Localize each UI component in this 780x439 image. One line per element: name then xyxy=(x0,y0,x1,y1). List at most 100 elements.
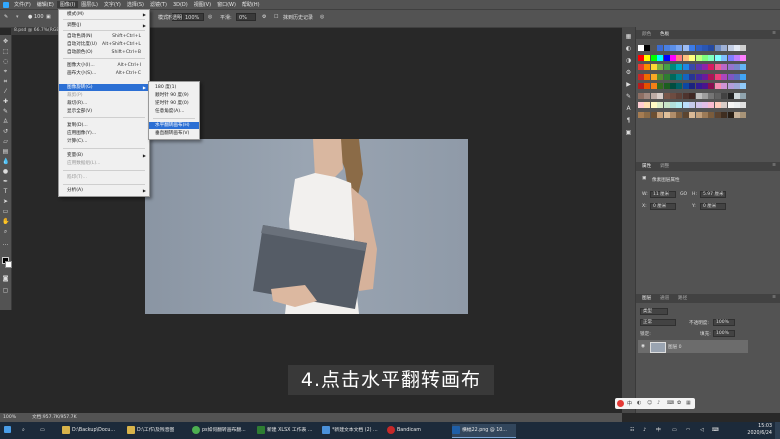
menu-item-flip-canvas-vertical[interactable]: 垂直翻转画布(V) xyxy=(149,130,199,137)
tab-layers[interactable]: 图层 xyxy=(642,295,651,301)
color-swatch[interactable] xyxy=(740,54,747,61)
taskbar-item-browser[interactable]: ps如何翻转画布翻... xyxy=(192,424,254,437)
menu-item-canvas-size[interactable]: 画布大小(S)... Alt+Ctrl+C xyxy=(59,70,149,77)
color-swatch[interactable] xyxy=(708,54,715,61)
eyedropper-tool-icon[interactable]: ⁄ xyxy=(2,88,9,95)
color-swatch[interactable] xyxy=(708,45,715,51)
color-swatch[interactable] xyxy=(682,64,689,70)
actions-panel-icon[interactable]: ▶ xyxy=(625,81,632,88)
color-swatch[interactable] xyxy=(714,92,721,99)
menu-3d[interactable]: 3D(D) xyxy=(170,2,191,8)
background-color-swatch[interactable] xyxy=(5,261,12,268)
menu-help[interactable]: 帮助(H) xyxy=(239,1,263,8)
color-swatch[interactable] xyxy=(721,83,728,89)
ime-punct-icon[interactable]: ◐ xyxy=(637,400,641,406)
color-swatch[interactable] xyxy=(676,54,683,61)
color-swatch[interactable] xyxy=(702,73,708,80)
gradient-tool-icon[interactable]: ▤ xyxy=(2,148,9,155)
color-swatch[interactable] xyxy=(676,92,683,99)
menu-item-rotate-cw-90[interactable]: 顺时针 90 度(9) xyxy=(149,92,199,99)
color-swatch[interactable] xyxy=(638,111,644,118)
color-swatch[interactable] xyxy=(695,102,702,108)
tray-keyboard-icon[interactable]: ⌨ xyxy=(712,424,719,437)
shape-tool-icon[interactable]: ▭ xyxy=(2,208,9,215)
color-swatch[interactable] xyxy=(638,64,644,70)
stamp-tool-icon[interactable]: ♙ xyxy=(2,118,9,125)
link-label[interactable]: GO xyxy=(680,192,687,197)
color-swatch[interactable] xyxy=(689,111,696,118)
color-swatch[interactable] xyxy=(650,111,657,118)
color-swatch[interactable] xyxy=(708,111,715,118)
color-swatch[interactable] xyxy=(644,92,651,99)
tray-speaker-icon[interactable]: ◁ xyxy=(700,424,704,437)
menu-item-calculations[interactable]: 计算(C)... xyxy=(59,138,149,145)
color-swatch[interactable] xyxy=(695,54,702,61)
tray-ime-icon[interactable]: 中 xyxy=(656,424,661,437)
color-swatch[interactable] xyxy=(663,83,670,89)
color-swatch[interactable] xyxy=(714,102,721,108)
color-swatch[interactable] xyxy=(721,73,728,80)
color-swatch[interactable] xyxy=(682,45,689,51)
layer-name[interactable]: 图层 0 xyxy=(668,344,682,350)
fill-input[interactable]: 100% xyxy=(713,330,735,337)
color-swatch[interactable] xyxy=(702,64,708,70)
document-image[interactable] xyxy=(145,139,468,314)
color-swatch[interactable] xyxy=(650,83,657,89)
menu-item-auto-contrast[interactable]: 自动对比度(U) Alt+Shift+Ctrl+L xyxy=(59,41,149,48)
menu-item-apply-dataset[interactable]: 应用数据组(L)... xyxy=(59,160,149,167)
pressure-size-icon[interactable]: ◎ xyxy=(320,14,324,20)
tray-network-icon[interactable]: ☷ xyxy=(630,424,634,437)
menu-window[interactable]: 窗口(W) xyxy=(214,1,239,8)
zoom-level[interactable]: 100% xyxy=(3,413,16,422)
color-swatch[interactable] xyxy=(734,73,740,80)
menu-item-auto-color[interactable]: 自动颜色(O) Shift+Ctrl+B xyxy=(59,49,149,56)
color-swatch[interactable] xyxy=(650,64,657,70)
color-swatch[interactable] xyxy=(657,92,664,99)
color-swatch[interactable] xyxy=(727,73,734,80)
pressure-opacity-icon[interactable]: ◎ xyxy=(208,14,212,20)
search-icon[interactable]: ⌕ xyxy=(22,424,25,437)
color-swatch[interactable] xyxy=(740,92,747,99)
color-swatch[interactable] xyxy=(734,54,740,61)
color-swatch[interactable] xyxy=(663,92,670,99)
color-swatch[interactable] xyxy=(721,111,728,118)
color-swatch[interactable] xyxy=(676,64,683,70)
color-swatch[interactable] xyxy=(682,102,689,108)
color-swatch[interactable] xyxy=(676,83,683,89)
color-swatch[interactable] xyxy=(689,73,696,80)
color-swatch[interactable] xyxy=(638,45,644,51)
color-swatch[interactable] xyxy=(740,45,747,51)
menu-item-rotate-arbitrary[interactable]: 任意角度(A)... xyxy=(149,108,199,115)
menu-item-duplicate[interactable]: 复制(D)... xyxy=(59,122,149,129)
color-swatch[interactable] xyxy=(657,54,664,61)
color-swatch[interactable] xyxy=(676,102,683,108)
color-swatch[interactable] xyxy=(657,64,664,70)
tab-swatches[interactable]: 色板 xyxy=(660,31,669,37)
color-swatch[interactable] xyxy=(727,102,734,108)
menu-item-apply-image[interactable]: 应用图像(Y)... xyxy=(59,130,149,137)
taskbar-item-notepad[interactable]: *新建文本文档 (2) ... xyxy=(322,424,384,437)
menu-edit[interactable]: 编辑(E) xyxy=(34,1,57,8)
quick-select-tool-icon[interactable]: ⌖ xyxy=(2,68,9,75)
menu-layer[interactable]: 图层(L) xyxy=(78,1,101,8)
color-swatch[interactable] xyxy=(689,102,696,108)
color-swatch[interactable] xyxy=(708,83,715,89)
color-swatch[interactable] xyxy=(714,83,721,89)
brush-tool-icon[interactable]: ✎ xyxy=(2,108,9,115)
menu-view[interactable]: 视图(V) xyxy=(191,1,214,8)
height-input[interactable]: 5.97 厘米 xyxy=(700,191,726,198)
document-info[interactable]: 文档:957.7K/957.7K xyxy=(32,413,77,422)
color-swatch[interactable] xyxy=(676,73,683,80)
color-swatch[interactable] xyxy=(689,45,696,51)
layer-row[interactable]: ◉ 图层 0 xyxy=(638,340,748,353)
blend-mode-select[interactable]: 正常 xyxy=(640,319,676,326)
color-swatch[interactable] xyxy=(676,45,683,51)
color-swatch[interactable] xyxy=(714,73,721,80)
color-swatch[interactable] xyxy=(670,83,676,89)
styles-panel-icon[interactable]: ⚙ xyxy=(625,69,632,76)
color-swatch[interactable] xyxy=(657,102,664,108)
pen-tool-icon[interactable]: ✒ xyxy=(2,178,9,185)
settings-gear-icon[interactable]: ⚙ xyxy=(262,14,266,20)
color-swatch[interactable] xyxy=(727,45,734,51)
menu-item-rotate-180[interactable]: 180 度(1) xyxy=(149,84,199,91)
